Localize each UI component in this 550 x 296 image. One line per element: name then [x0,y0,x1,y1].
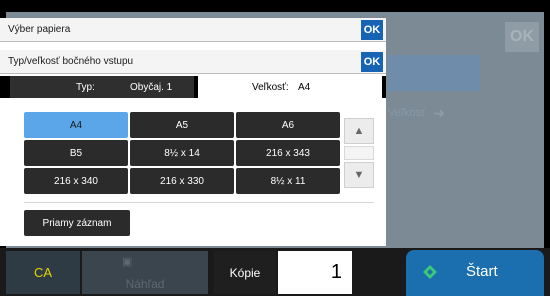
size-option[interactable]: A6 [236,112,340,138]
size-option[interactable]: A5 [130,112,234,138]
tab-type-label: Typ: [76,82,95,93]
size-option[interactable]: A4 [24,112,128,138]
bypass-ok-button[interactable]: OK [361,52,383,72]
ok-button[interactable]: OK [361,20,383,40]
size-option[interactable]: 216 x 343 [236,140,340,166]
divider [24,202,374,203]
dialog-title: Výber papiera [8,24,71,35]
size-option[interactable]: 216 x 340 [24,168,128,194]
direct-entry-button[interactable]: Priamy záznam [24,210,130,236]
start-label: Štart [466,263,498,280]
size-option[interactable]: 216 x 330 [130,168,234,194]
copies-input[interactable]: 1 [278,251,352,294]
paper-select-dialog: Výber papiera OK Typ/veľkosť bočného vst… [0,18,386,246]
preview-icon: ▣ [122,256,133,268]
arrow-right-icon: ➜ [433,104,446,121]
tab-bar: Typ: Obyčaj. 1 Veľkosť: A4 [0,76,386,98]
size-option[interactable]: 8½ x 14 [130,140,234,166]
tab-size-value: A4 [298,82,311,93]
tab-size[interactable]: Veľkosť: A4 [198,76,382,98]
copies-label: Kópie [214,251,276,294]
start-button[interactable]: Štart [406,250,544,296]
size-option[interactable]: B5 [24,140,128,166]
bypass-tray-header: Typ/veľkosť bočného vstupu OK [0,50,386,74]
double-chevron-down-icon[interactable]: ▼ [344,162,374,188]
double-chevron-up-icon[interactable]: ▲ [344,118,374,144]
scroll-track [344,146,374,160]
clear-all-button[interactable]: CA [6,251,80,294]
start-diamond-icon [423,265,437,279]
background-size-label: Veľkosť [388,107,426,119]
preview-button[interactable]: ▣ Náhľad [82,251,208,294]
background-ok-button: OK [505,22,539,52]
size-option[interactable]: 8½ x 11 [236,168,340,194]
tab-type-value: Obyčaj. 1 [130,82,173,93]
dialog-header: Výber papiera OK [0,18,386,42]
bypass-tray-title: Typ/veľkosť bočného vstupu [8,56,134,67]
background-highlight-strip [388,55,480,91]
tab-size-label: Veľkosť: [252,82,289,93]
tab-type[interactable]: Typ: Obyčaj. 1 [10,76,194,98]
preview-label: Náhľad [125,277,165,291]
background-size-row: Veľkosť ➜ [388,96,498,130]
